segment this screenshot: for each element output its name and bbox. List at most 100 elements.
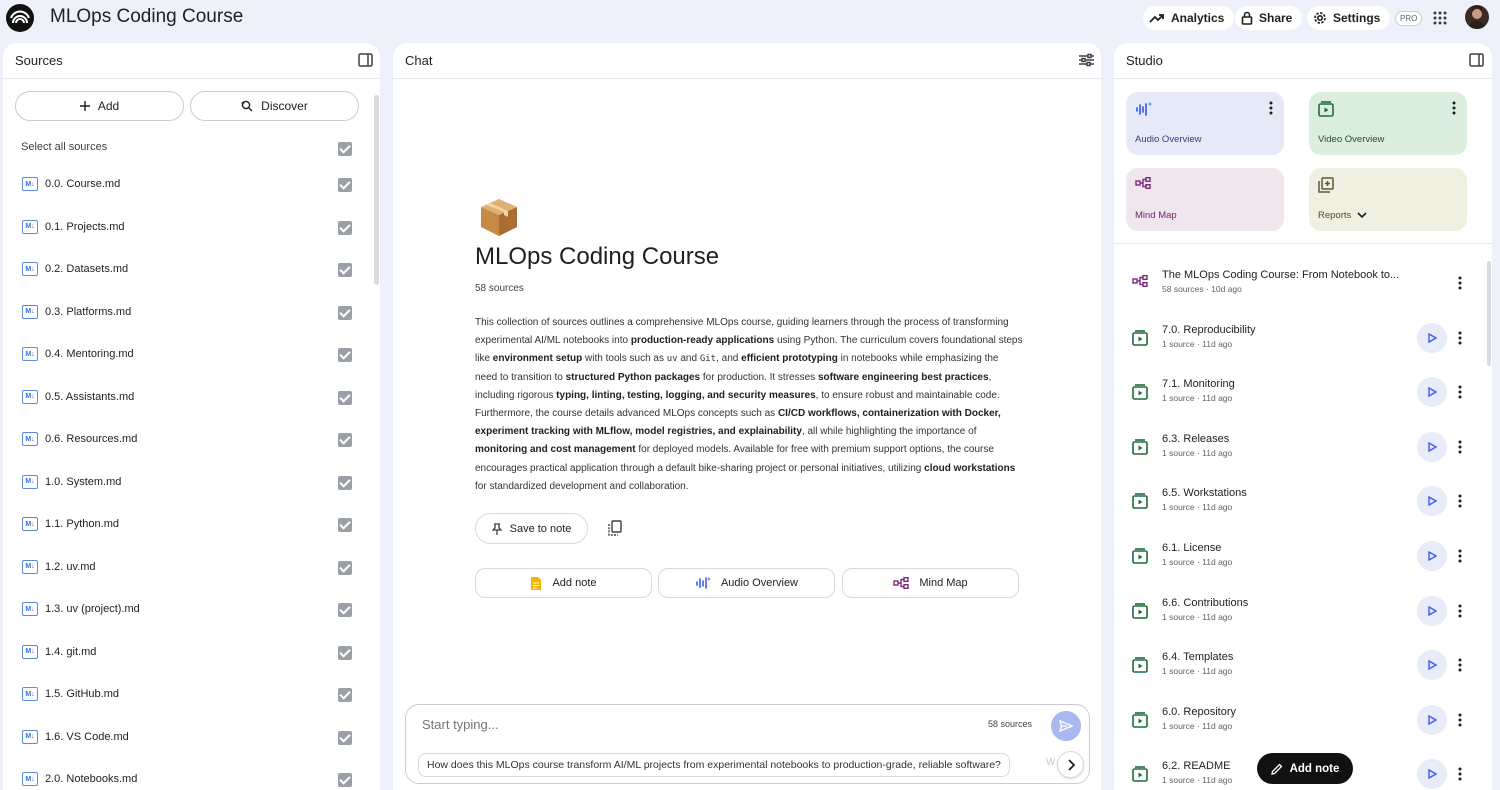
source-item[interactable]: M↓ 1.4. git.md (3, 639, 380, 667)
plus-icon (79, 101, 90, 111)
note-menu-icon[interactable] (1458, 385, 1462, 399)
audio-overview-chip[interactable]: Audio Overview (658, 568, 835, 598)
mind-map-chip[interactable]: Mind Map (842, 568, 1019, 598)
settings-button[interactable]: Settings (1307, 6, 1391, 30)
source-item[interactable]: M↓ 1.3. uv (project).md (3, 596, 380, 624)
source-item[interactable]: M↓ 1.0. System.md (3, 469, 380, 497)
source-checkbox[interactable] (338, 433, 352, 447)
source-item[interactable]: M↓ 1.5. GitHub.md (3, 681, 380, 709)
source-checkbox[interactable] (338, 263, 352, 277)
note-menu-icon[interactable] (1458, 767, 1462, 781)
studio-note-item[interactable]: 6.6. Contributions 1 source · 11d ago (1114, 593, 1492, 633)
source-item[interactable]: M↓ 0.3. Platforms.md (3, 299, 380, 327)
studio-note-item[interactable]: 6.0. Repository 1 source · 11d ago (1114, 702, 1492, 742)
reports-tile[interactable]: Reports (1309, 168, 1467, 231)
collapse-studio-icon[interactable] (1469, 53, 1484, 67)
next-suggestion-button[interactable] (1057, 751, 1084, 778)
play-button[interactable] (1417, 759, 1447, 790)
play-button[interactable] (1417, 541, 1447, 571)
play-button[interactable] (1417, 486, 1447, 517)
source-item[interactable]: M↓ 0.6. Resources.md (3, 426, 380, 454)
send-button[interactable] (1051, 711, 1081, 741)
audio-tile-menu-icon[interactable] (1269, 101, 1273, 115)
source-item[interactable]: M↓ 0.1. Projects.md (3, 214, 380, 242)
source-checkbox[interactable] (338, 475, 352, 490)
chat-options-icon[interactable] (1079, 53, 1094, 67)
chat-title: Chat (405, 53, 433, 68)
play-button[interactable] (1417, 650, 1447, 681)
note-menu-icon[interactable] (1458, 494, 1462, 508)
chevron-down-icon[interactable] (1357, 212, 1367, 219)
source-checkbox[interactable] (338, 348, 352, 362)
reports-icon (1318, 177, 1334, 193)
studio-note-item[interactable]: 6.4. Templates 1 source · 11d ago (1114, 647, 1492, 687)
play-button[interactable] (1417, 595, 1447, 626)
source-checkbox[interactable] (338, 305, 352, 320)
source-checkbox[interactable] (338, 730, 352, 745)
source-item[interactable]: M↓ 1.1. Python.md (3, 511, 380, 539)
studio-note-item[interactable]: 7.0. Reproducibility 1 source · 11d ago (1114, 320, 1492, 360)
notebooklm-logo-icon[interactable] (6, 4, 34, 32)
source-item[interactable]: M↓ 0.4. Mentoring.md (3, 341, 380, 369)
studio-note-item[interactable]: The MLOps Coding Course: From Notebook t… (1114, 265, 1492, 305)
studio-note-item[interactable]: 6.5. Workstations 1 source · 11d ago (1114, 483, 1492, 523)
source-checkbox[interactable] (338, 518, 352, 532)
note-menu-icon[interactable] (1458, 331, 1462, 345)
play-button[interactable] (1417, 377, 1447, 408)
studio-scrollbar[interactable] (1487, 261, 1491, 366)
suggested-question[interactable]: How does this MLOps course transform AI/… (418, 753, 1010, 777)
add-source-button[interactable]: Add (15, 91, 184, 121)
discover-button[interactable]: Discover (190, 91, 359, 121)
save-to-note-button[interactable]: Save to note (475, 513, 588, 544)
copy-icon[interactable] (608, 520, 622, 536)
source-checkbox[interactable] (338, 390, 352, 405)
source-item[interactable]: M↓ 0.0. Course.md (3, 171, 380, 199)
source-checkbox[interactable] (338, 603, 352, 617)
note-menu-icon[interactable] (1458, 549, 1462, 563)
mind-map-tile-label: Mind Map (1135, 210, 1177, 221)
note-menu-icon[interactable] (1458, 713, 1462, 727)
notebook-title: MLOps Coding Course (475, 243, 720, 270)
source-checkbox[interactable] (338, 773, 352, 787)
play-button[interactable] (1417, 704, 1447, 735)
add-note-chip[interactable]: Add note (475, 568, 652, 598)
select-all-checkbox[interactable] (338, 142, 352, 156)
source-checkbox[interactable] (338, 178, 352, 192)
note-meta: 1 source · 11d ago (1162, 720, 1233, 731)
source-item[interactable]: M↓ 0.2. Datasets.md (3, 256, 380, 284)
apps-grid-icon[interactable] (1433, 11, 1447, 25)
source-checkbox[interactable] (338, 560, 352, 575)
source-checkbox[interactable] (338, 688, 352, 702)
summary-segment: structured Python packages (565, 371, 701, 383)
add-note-button[interactable]: Add note (1257, 753, 1353, 784)
audio-overview-tile[interactable]: Audio Overview (1126, 92, 1284, 155)
note-menu-icon[interactable] (1458, 604, 1462, 618)
lock-icon (1241, 11, 1253, 25)
source-item[interactable]: M↓ 0.5. Assistants.md (3, 384, 380, 412)
analytics-button[interactable]: Analytics (1143, 6, 1235, 30)
note-menu-icon[interactable] (1458, 276, 1462, 290)
source-item[interactable]: M↓ 1.2. uv.md (3, 554, 380, 582)
share-button[interactable]: Share (1235, 6, 1303, 30)
source-checkbox[interactable] (338, 645, 352, 660)
source-checkbox[interactable] (338, 220, 352, 235)
app-title[interactable]: MLOps Coding Course (50, 6, 243, 28)
note-meta: 1 source · 11d ago (1162, 502, 1233, 513)
avatar[interactable] (1465, 5, 1489, 29)
studio-note-item[interactable]: 6.3. Releases 1 source · 11d ago (1114, 429, 1492, 469)
note-menu-icon[interactable] (1458, 658, 1462, 672)
collapse-panel-icon[interactable] (358, 53, 373, 67)
studio-note-item[interactable]: 7.1. Monitoring 1 source · 11d ago (1114, 374, 1492, 414)
studio-note-item[interactable]: 6.1. License 1 source · 11d ago (1114, 538, 1492, 578)
video-overview-tile[interactable]: Video Overview (1309, 92, 1467, 155)
chat-input[interactable] (422, 717, 962, 732)
play-button[interactable] (1417, 322, 1447, 353)
sources-scrollbar[interactable] (374, 95, 379, 285)
video-tile-menu-icon[interactable] (1452, 101, 1456, 115)
source-item[interactable]: M↓ 1.6. VS Code.md (3, 724, 380, 752)
settings-label: Settings (1333, 11, 1381, 25)
source-item[interactable]: M↓ 2.0. Notebooks.md (3, 766, 380, 790)
note-menu-icon[interactable] (1458, 440, 1462, 454)
mind-map-tile[interactable]: Mind Map (1126, 168, 1284, 231)
play-button[interactable] (1417, 431, 1447, 462)
